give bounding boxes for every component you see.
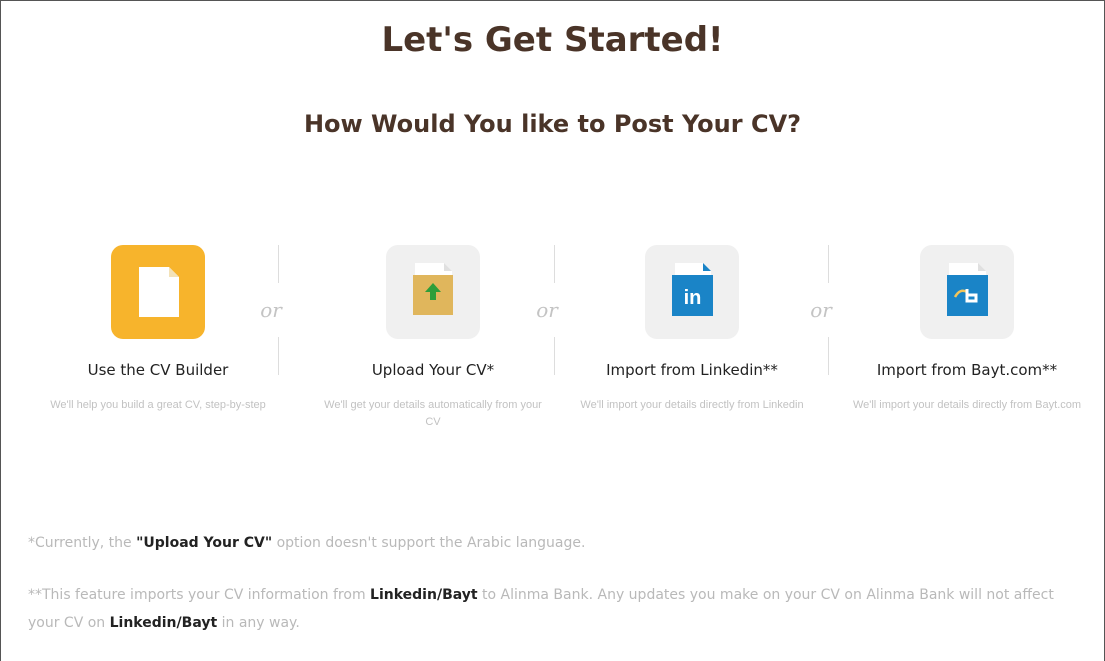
note-emphasis: "Upload Your CV" — [136, 535, 273, 551]
separator-1: or — [260, 245, 293, 375]
upload-cv-label: Upload Your CV* — [371, 361, 495, 379]
linkedin-tile[interactable]: in — [645, 245, 739, 339]
option-upload-cv[interactable]: Upload Your CV* We'll get your details a… — [295, 245, 571, 431]
linkedin-label: Import from Linkedin** — [606, 361, 778, 379]
bayt-document-icon — [947, 263, 988, 316]
note-text: in any way. — [217, 615, 300, 631]
document-icon — [139, 267, 179, 317]
separator-line — [277, 245, 279, 283]
bayt-description: We'll import your details directly from … — [852, 399, 1082, 411]
page-title: Let's Get Started! — [381, 20, 724, 60]
cv-builder-tile[interactable] — [111, 245, 205, 339]
option-import-linkedin[interactable]: in Import from Linkedin** We'll import y… — [554, 245, 830, 414]
upload-cv-description: We'll get your details automatically fro… — [324, 399, 542, 428]
note-emphasis: Linkedin/Bayt — [109, 615, 218, 631]
linkedin-document-icon: in — [672, 263, 713, 316]
svg-text:in: in — [684, 287, 702, 309]
cv-builder-label: Use the CV Builder — [87, 361, 229, 379]
note-text: option doesn't support the Arabic langua… — [272, 535, 586, 551]
linkedin-description: We'll import your details directly from … — [580, 399, 804, 411]
upload-document-icon — [413, 263, 453, 315]
separator-or: or — [260, 298, 282, 322]
option-import-bayt[interactable]: Import from Bayt.com** We'll import your… — [829, 245, 1105, 414]
upload-cv-tile[interactable] — [386, 245, 480, 339]
cv-builder-description: We'll help you build a great CV, step-by… — [50, 399, 266, 411]
page-subtitle: How Would You like to Post Your CV? — [303, 110, 802, 138]
option-cv-builder[interactable]: Use the CV Builder We'll help you build … — [20, 245, 296, 414]
note-emphasis: Linkedin/Bayt — [370, 587, 478, 603]
note-text: **This feature imports your CV informati… — [28, 587, 371, 603]
bayt-tile[interactable] — [920, 245, 1014, 339]
note-text: *Currently, the — [28, 535, 137, 551]
upload-language-note: *Currently, the "Upload Your CV" option … — [28, 535, 585, 551]
import-feature-note: **This feature imports your CV informati… — [28, 581, 1068, 637]
separator-line — [277, 337, 279, 375]
bayt-label: Import from Bayt.com** — [876, 361, 1058, 379]
